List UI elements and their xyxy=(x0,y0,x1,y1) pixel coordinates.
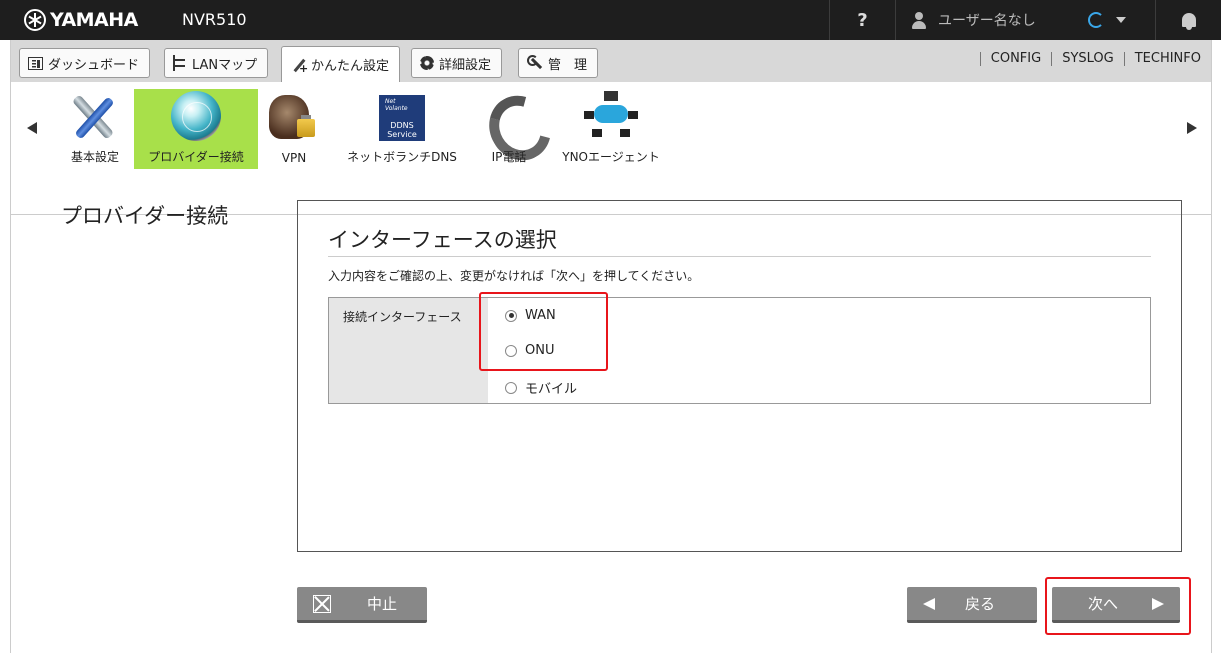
scroll-left-icon[interactable] xyxy=(27,122,37,134)
chevron-down-icon[interactable] xyxy=(1115,17,1126,23)
interface-form: 接続インターフェース WAN ONU モバイル xyxy=(328,297,1151,404)
magic-wand-icon xyxy=(290,57,308,75)
section-title: プロバイダー接続 xyxy=(61,204,229,228)
tab-lan-map[interactable]: LANマップ xyxy=(164,48,269,78)
arrow-right-icon xyxy=(1152,597,1165,610)
tool-label: IP電話 xyxy=(491,150,527,164)
syslog-link[interactable]: SYSLOG xyxy=(1051,52,1124,66)
yamaha-tuning-fork-icon xyxy=(24,9,46,31)
next-label: 次へ xyxy=(1088,595,1119,613)
close-icon xyxy=(313,594,331,613)
field-label: 接続インターフェース xyxy=(329,298,488,403)
tool-vpn[interactable]: VPN xyxy=(267,89,321,169)
tab-label: かんたん設定 xyxy=(311,59,390,74)
tool-basic-settings[interactable]: 基本設定 xyxy=(63,89,127,169)
option-onu[interactable]: ONU xyxy=(505,343,554,358)
utility-links: CONFIG SYSLOG TECHINFO xyxy=(979,52,1211,66)
arrow-left-icon xyxy=(923,597,935,610)
gear-icon xyxy=(420,56,434,70)
ddns-service-icon: Net Volante DDNS Service xyxy=(379,95,425,141)
option-label: ONU xyxy=(525,343,555,358)
lan-map-icon xyxy=(173,55,187,71)
tool-label: YNOエージェント xyxy=(562,150,660,164)
interface-selection-panel: インターフェースの選択 入力内容をご確認の上、変更がなければ「次へ」を押してくだ… xyxy=(297,200,1182,552)
scroll-right-icon[interactable] xyxy=(1187,122,1197,134)
tool-ip-phone[interactable]: IP電話 xyxy=(481,89,537,169)
help-icon: ? xyxy=(857,9,868,31)
option-wan[interactable]: WAN xyxy=(505,308,556,323)
tab-easy-setup[interactable]: かんたん設定 xyxy=(281,46,401,82)
yamaha-logo: YAMAHA xyxy=(24,9,138,31)
divider xyxy=(328,256,1151,257)
user-icon xyxy=(912,11,926,29)
panel-title: インターフェースの選択 xyxy=(328,228,557,252)
tab-label: 詳細設定 xyxy=(439,57,492,73)
setup-category-bar: 基本設定 プロバイダー接続 VPN Net Volante DDNS Servi… xyxy=(11,82,1211,215)
panel-description: 入力内容をご確認の上、変更がなければ「次へ」を押してください。 xyxy=(328,269,700,283)
brand-name: YAMAHA xyxy=(50,9,138,31)
cancel-label: 中止 xyxy=(367,595,398,613)
option-label: モバイル xyxy=(525,382,578,397)
radio-mobile[interactable] xyxy=(505,381,517,394)
ddns-icon-text: Volante xyxy=(385,105,408,112)
vpn-lock-icon xyxy=(267,91,321,143)
radio-wan[interactable] xyxy=(505,309,517,322)
config-link[interactable]: CONFIG xyxy=(979,52,1051,66)
tool-provider-connection[interactable]: プロバイダー接続 xyxy=(134,89,258,169)
top-bar: YAMAHA NVR510 ? ユーザー名なし xyxy=(0,0,1221,40)
globe-icon xyxy=(171,91,221,141)
main-tab-bar: ダッシュボード LANマップ かんたん設定 詳細設定 管 理 CONFIG SY… xyxy=(11,40,1211,82)
tab-management[interactable]: 管 理 xyxy=(518,48,599,78)
tool-yno-agent[interactable]: YNOエージェント xyxy=(551,89,671,169)
cancel-button[interactable]: 中止 xyxy=(297,587,427,623)
tab-advanced-settings[interactable]: 詳細設定 xyxy=(411,48,503,78)
tool-label: プロバイダー接続 xyxy=(148,150,244,164)
tool-netvolante-dns[interactable]: Net Volante DDNS Service ネットボランチDNS xyxy=(337,89,467,169)
option-label: WAN xyxy=(525,308,556,323)
device-model: NVR510 xyxy=(182,10,247,29)
tab-label: LANマップ xyxy=(192,57,258,73)
back-label: 戻る xyxy=(965,595,996,613)
status-spinner-icon xyxy=(1087,12,1104,28)
notification-button[interactable] xyxy=(1155,0,1221,40)
tab-label: ダッシュボード xyxy=(48,57,140,73)
ddns-icon-text: Service xyxy=(387,130,417,139)
wrench-icon xyxy=(527,55,543,71)
dashboard-icon xyxy=(28,56,43,70)
tool-label: ネットボランチDNS xyxy=(347,150,457,164)
tool-label: VPN xyxy=(281,151,307,165)
back-button[interactable]: 戻る xyxy=(907,587,1037,623)
help-button[interactable]: ? xyxy=(829,0,895,40)
bell-icon xyxy=(1181,13,1196,30)
main-frame: ダッシュボード LANマップ かんたん設定 詳細設定 管 理 CONFIG SY… xyxy=(10,40,1212,653)
telephone-icon xyxy=(482,91,536,143)
tab-label: 管 理 xyxy=(548,57,588,73)
ddns-icon-text: Net xyxy=(385,98,396,105)
ddns-icon-text: DDNS xyxy=(390,121,414,130)
network-cloud-icon xyxy=(584,91,638,143)
next-button[interactable]: 次へ xyxy=(1052,587,1180,623)
techinfo-link[interactable]: TECHINFO xyxy=(1123,52,1211,66)
tool-label: 基本設定 xyxy=(70,150,119,164)
tab-dashboard[interactable]: ダッシュボード xyxy=(19,48,151,78)
tools-icon xyxy=(68,91,122,143)
user-name: ユーザー名なし xyxy=(938,13,1036,29)
radio-onu[interactable] xyxy=(505,344,517,357)
user-menu[interactable]: ユーザー名なし xyxy=(895,0,1155,40)
option-mobile[interactable]: モバイル xyxy=(505,378,577,397)
